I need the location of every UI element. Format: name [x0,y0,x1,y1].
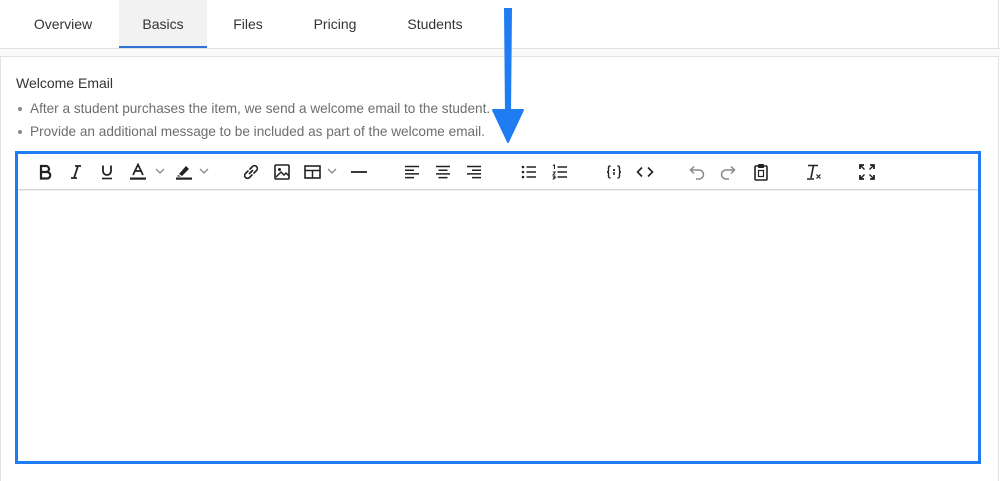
variable-icon[interactable] [604,162,624,182]
editor-content-area[interactable] [18,192,978,461]
text-color-icon[interactable] [128,162,170,182]
paste-icon[interactable] [751,162,771,182]
tab-overview[interactable]: Overview [14,0,112,48]
align-left-icon[interactable] [402,162,422,182]
tab-students[interactable]: Students [392,0,478,48]
help-bullet: Provide an additional message to be incl… [16,121,490,144]
align-center-icon[interactable] [433,162,453,182]
code-view-icon[interactable] [635,162,655,182]
annotation-arrow-icon [492,8,524,143]
welcome-email-help-list: After a student purchases the item, we s… [16,98,490,144]
fullscreen-icon[interactable] [857,162,877,182]
tab-basics[interactable]: Basics [119,0,207,48]
bold-icon[interactable] [35,162,55,182]
help-bullet: After a student purchases the item, we s… [16,98,490,121]
welcome-email-editor [15,151,981,464]
bullet-list-icon[interactable] [519,162,539,182]
numbered-list-icon[interactable] [550,162,570,182]
underline-icon[interactable] [97,162,117,182]
image-icon[interactable] [272,162,292,182]
highlight-color-icon[interactable] [174,162,216,182]
undo-icon[interactable] [687,162,707,182]
table-icon[interactable] [303,162,341,182]
align-right-icon[interactable] [464,162,484,182]
italic-icon[interactable] [66,162,86,182]
horizontal-line-icon[interactable] [348,162,370,182]
link-icon[interactable] [241,162,261,182]
welcome-email-title: Welcome Email [16,75,113,91]
tab-pricing[interactable]: Pricing [296,0,374,48]
clear-format-icon[interactable] [804,162,824,182]
redo-icon[interactable] [718,162,738,182]
editor-toolbar [18,154,978,190]
tab-files[interactable]: Files [214,0,282,48]
